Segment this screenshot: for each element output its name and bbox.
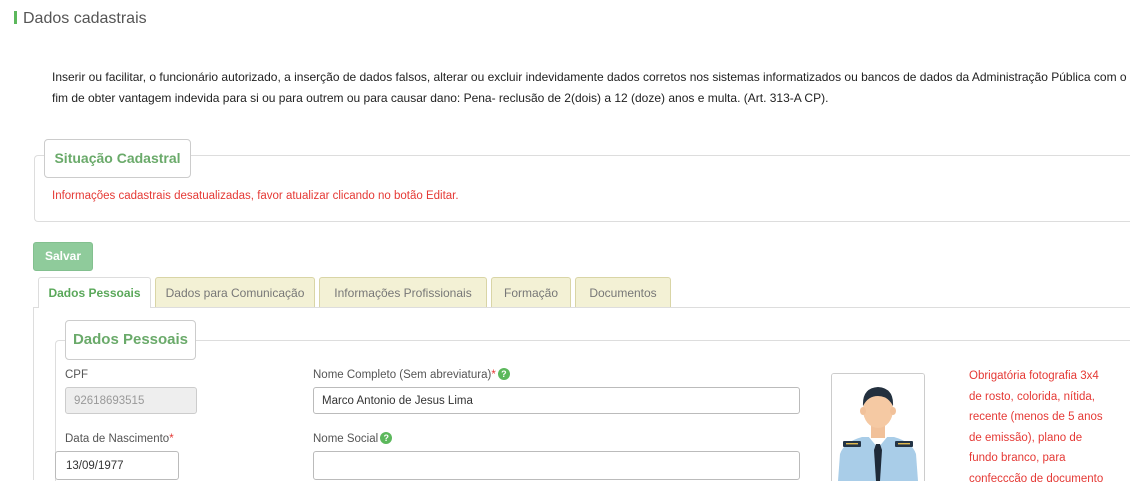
situacao-cadastral-panel (34, 155, 1130, 222)
tab-dados-pessoais[interactable]: Dados Pessoais (38, 277, 151, 308)
cpf-field[interactable] (65, 387, 197, 414)
tab-documentos[interactable]: Documentos (575, 277, 671, 307)
tab-formacao[interactable]: Formação (491, 277, 571, 307)
nome-completo-field[interactable] (313, 387, 800, 414)
page-title-text: Dados cadastrais (23, 10, 147, 27)
nome-completo-label: Nome Completo (Sem abreviatura)*? (313, 368, 510, 381)
profile-photo[interactable] (831, 373, 925, 481)
photo-requirements-note: Obrigatória fotografia 3x4 de rosto, col… (969, 370, 1104, 485)
help-icon[interactable]: ? (380, 432, 393, 444)
title-accent-bar (14, 11, 17, 24)
nome-social-field[interactable] (313, 451, 800, 480)
nome-completo-label-text: Nome Completo (Sem abreviatura) (313, 369, 492, 381)
nome-social-label-text: Nome Social (313, 433, 379, 445)
dados-pessoais-legend: Dados Pessoais (65, 320, 196, 360)
page-title: Dados cadastrais (14, 10, 147, 28)
help-icon[interactable]: ? (497, 368, 510, 380)
situacao-cadastral-message: Informações cadastrais desatualizadas, f… (52, 190, 459, 202)
data-nascimento-field[interactable] (55, 451, 179, 480)
save-button[interactable]: Salvar (33, 242, 93, 271)
legal-warning-text: Inserir ou facilitar, o funcionário auto… (52, 70, 1127, 105)
required-mark: * (169, 433, 174, 445)
data-nascimento-label: Data de Nascimento* (65, 433, 174, 445)
tab-dados-comunicacao[interactable]: Dados para Comunicação (155, 277, 315, 307)
situacao-cadastral-legend: Situação Cadastral (44, 139, 191, 178)
cpf-label: CPF (65, 369, 88, 381)
tab-informacoes-profissionais[interactable]: Informações Profissionais (319, 277, 487, 307)
required-mark: * (491, 369, 496, 381)
nome-social-label: Nome Social? (313, 432, 393, 445)
data-nascimento-label-text: Data de Nascimento (65, 433, 170, 445)
pilot-avatar-icon (832, 374, 924, 481)
